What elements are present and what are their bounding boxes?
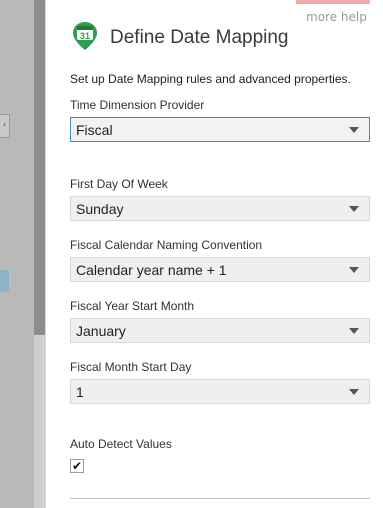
first-day-of-week-label: First Day Of Week: [70, 177, 168, 191]
fiscal-year-start-month-select[interactable]: January: [70, 318, 370, 343]
fiscal-naming-label: Fiscal Calendar Naming Convention: [70, 238, 263, 252]
background-selected-item: [0, 270, 9, 292]
chevron-down-icon: [349, 127, 359, 133]
fiscal-year-start-month-value: January: [76, 322, 126, 339]
fiscal-month-start-day-select[interactable]: 1: [70, 379, 370, 404]
background-collapse-tab: ‹: [0, 114, 10, 138]
checkmark-icon: ✔: [71, 459, 83, 473]
fiscal-month-start-day-value: 1: [76, 383, 84, 400]
chevron-down-icon: [349, 328, 359, 334]
svg-text:31: 31: [80, 31, 90, 41]
time-dimension-provider-select[interactable]: Fiscal: [70, 117, 370, 142]
chevron-down-icon: [349, 389, 359, 395]
fiscal-year-start-month-label: Fiscal Year Start Month: [70, 299, 195, 313]
auto-detect-checkbox[interactable]: ✔: [70, 459, 84, 473]
more-help-link[interactable]: more help: [306, 10, 367, 24]
panel-description: Set up Date Mapping rules and advanced p…: [70, 72, 351, 86]
first-day-of-week-select[interactable]: Sunday: [70, 196, 370, 221]
first-day-of-week-value: Sunday: [76, 200, 124, 217]
help-accent-bar: [296, 0, 370, 4]
background-page: [0, 0, 34, 508]
fiscal-month-start-day-label: Fiscal Month Start Day: [70, 360, 192, 374]
fiscal-naming-value: Calendar year name + 1: [76, 261, 227, 278]
calendar-pin-icon: 31: [72, 21, 98, 55]
scrollbar-thumb[interactable]: [34, 0, 45, 335]
chevron-down-icon: [349, 206, 359, 212]
fiscal-naming-select[interactable]: Calendar year name + 1: [70, 257, 370, 282]
divider: [70, 498, 370, 499]
chevron-down-icon: [349, 267, 359, 273]
panel-header: 31 Define Date Mapping: [72, 22, 289, 54]
page-title: Define Date Mapping: [110, 27, 289, 48]
time-dimension-provider-label: Time Dimension Provider: [70, 98, 205, 112]
time-dimension-provider-value: Fiscal: [76, 121, 113, 138]
auto-detect-label: Auto Detect Values: [70, 437, 172, 451]
